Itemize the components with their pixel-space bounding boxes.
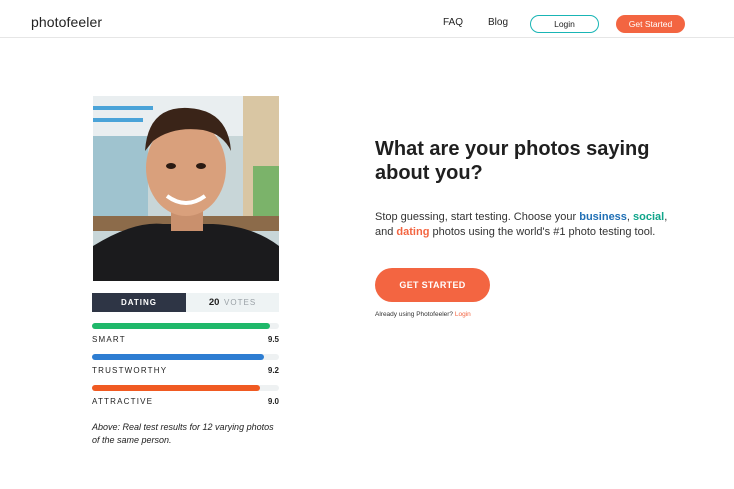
metric-bar-track xyxy=(92,323,279,329)
get-started-header-button[interactable]: Get Started xyxy=(616,15,685,33)
result-tabs: DATING 20 VOTES xyxy=(92,293,279,312)
metric-value: 9.0 xyxy=(267,397,279,406)
nav-faq-link[interactable]: FAQ xyxy=(443,17,463,28)
hero-subtext: Stop guessing, start testing. Choose you… xyxy=(375,210,685,239)
keyword-dating: dating xyxy=(396,225,430,238)
tab-dating[interactable]: DATING xyxy=(92,293,186,312)
keyword-business: business xyxy=(579,211,627,223)
subtext-part: Stop guessing, start testing. Choose you… xyxy=(375,211,580,223)
votes-label: VOTES xyxy=(224,298,257,307)
already-label: Already using Photofeeler? xyxy=(375,311,455,318)
votes-badge: 20 VOTES xyxy=(186,293,279,312)
metric-bar-track xyxy=(92,354,279,360)
login-button[interactable]: Login xyxy=(530,15,599,33)
metric-label: SMART xyxy=(92,335,126,344)
get-started-cta-button[interactable]: GET STARTED xyxy=(375,268,490,302)
metric-bar-fill xyxy=(92,354,265,360)
results-caption: Above: Real test results for 12 varying … xyxy=(92,422,274,445)
metric-bar-track xyxy=(92,385,279,391)
metric-label: ATTRACTIVE xyxy=(92,397,154,406)
logo[interactable]: photofeeler xyxy=(31,14,102,30)
nav-blog-link[interactable]: Blog xyxy=(488,17,508,28)
metric-label: TRUSTWORTHY xyxy=(92,366,168,375)
metric-bar-fill xyxy=(92,385,261,391)
top-navbar: photofeeler FAQ Blog Login Get Started xyxy=(0,0,734,38)
already-using-text: Already using Photofeeler? Login xyxy=(375,311,471,318)
metric-value: 9.2 xyxy=(267,366,279,375)
votes-count: 20 xyxy=(208,297,220,308)
subtext-part: photos using the world's #1 photo testin… xyxy=(429,225,656,238)
metric-value: 9.5 xyxy=(267,335,279,344)
keyword-social: social xyxy=(633,211,665,223)
hero-headline: What are your photos saying about you? xyxy=(375,138,650,184)
profile-photo-image xyxy=(93,96,279,281)
metric-bar-fill xyxy=(92,323,270,329)
login-link[interactable]: Login xyxy=(455,311,471,318)
profile-photo xyxy=(93,96,279,281)
